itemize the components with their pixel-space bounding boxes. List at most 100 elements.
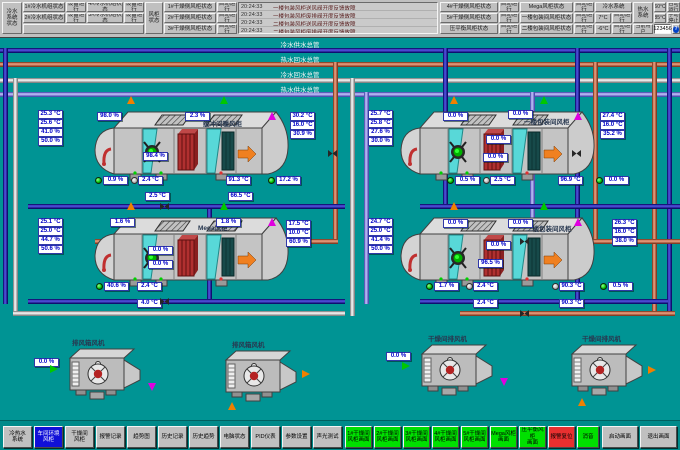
value-box: 30.9 %: [290, 130, 315, 139]
exhaust-fan-unit: [216, 348, 300, 402]
value-box: 96.5 %: [478, 259, 503, 268]
button-parameter-setting[interactable]: 参数设置: [282, 426, 311, 448]
dryer-ahu-2-label: 2#干燥侧风柜状态: [164, 13, 216, 23]
dryer-ahu-4-status: 自动运行: [499, 2, 519, 12]
chiller-2-label: 2#冷水机组状态: [23, 13, 65, 23]
button-cooling-hot-water-system[interactable]: 冷热水 系统: [3, 426, 32, 448]
button-history-record[interactable]: 历史记录: [158, 426, 187, 448]
airflow-arrow: [450, 96, 458, 104]
alarm-row: 20:24:33 一楼包装风柜废排阀开度反馈故障: [239, 11, 437, 19]
bottom-nav-bar: 冷热水 系统 车间环境 风柜 干燥间 风柜 报警记录 趋势图 历史记录 历史趋势…: [0, 420, 680, 450]
button-history-trend[interactable]: 历史趋势: [189, 426, 218, 448]
pipe-riser: [3, 48, 8, 304]
value-box: 2.3 %: [185, 112, 210, 121]
value-box: 60.9 %: [286, 238, 311, 247]
value-box: 17.5 °C: [286, 220, 311, 229]
pipe-branch: [420, 299, 668, 304]
pipe-label-chilled-return: 冷水回水总管: [240, 69, 360, 79]
airflow-arrow: [220, 202, 228, 210]
value-box: 41.4 %: [368, 236, 393, 245]
chilled-water-status-1: 自动运行: [612, 13, 632, 23]
airflow-arrow: [148, 383, 156, 391]
pipe-label-hot-supply: 热水供水总管: [240, 84, 360, 94]
value-box: 38.0 %: [612, 237, 637, 246]
button-mute[interactable]: 消音: [577, 426, 599, 448]
value-box: 0.9 %: [103, 176, 128, 185]
ahu-status-title: 风柜 状态: [145, 2, 163, 34]
packing-2f-ahu-label: 二楼包装间风柜状态: [520, 24, 573, 34]
airflow-arrow: [578, 398, 586, 406]
value-box: 1.8 %: [216, 218, 241, 227]
value-box: 35.2 %: [600, 130, 625, 139]
sensor-indicator: [131, 177, 138, 184]
packing-1f-ahu-label: 一楼包装间风柜状态: [520, 13, 573, 23]
button-sound-light-test[interactable]: 声光测试: [313, 426, 342, 448]
dryer-exhaust-fan-unit: [562, 342, 646, 396]
alarm-time: 20:24:33: [241, 12, 262, 18]
value-box: 0.5 %: [455, 176, 480, 185]
alarm-text: 一楼包装风柜废排阀开度反馈故障: [273, 12, 356, 19]
button-dryer-ahu-screen-1[interactable]: 1#干燥间 风柜画面: [345, 426, 372, 448]
chiller-3-status: 设备运行: [124, 13, 144, 23]
status-indicator: [268, 177, 275, 184]
pipe-branch: [13, 311, 345, 316]
button-dryer-ahu-screen-2[interactable]: 2#干燥间 风柜画面: [374, 426, 401, 448]
pipe-branch: [28, 204, 345, 209]
pipe-riser: [350, 78, 355, 316]
help-icon: ?: [673, 26, 679, 33]
button-mega-ahu-screen[interactable]: Mega风柜 画面: [490, 426, 517, 448]
chiller-4-status: 设备运行: [124, 2, 144, 12]
value-box: 25.0 °C: [368, 227, 393, 236]
button-pid-meter[interactable]: PID仪表: [251, 426, 280, 448]
button-startup-screen[interactable]: 启动画面: [602, 426, 638, 448]
pipe-label-chilled-supply: 冷水供水总管: [240, 39, 360, 49]
button-computer-status[interactable]: 电脑状态: [220, 426, 249, 448]
status-indicator: [95, 177, 102, 184]
pipe-riser: [667, 48, 672, 316]
button-workshop-env-ahu[interactable]: 车间环境 风柜: [34, 426, 63, 448]
button-alarm-reset[interactable]: 报警复位: [548, 426, 575, 448]
alarm-row: 20:24:33二楼包装风柜废排阀开度反馈故障: [239, 27, 437, 34]
airflow-arrow: [402, 362, 410, 370]
value-box: 25.6 °C: [38, 119, 63, 128]
dryer-ahu-1-status: 自动运行: [217, 2, 237, 12]
pipe-branch: [28, 299, 345, 304]
airflow-arrow: [220, 96, 228, 104]
airflow-arrow: [648, 366, 656, 374]
alarm-text: 一楼包装风柜送风阀开度反馈故障: [273, 4, 356, 11]
value-box: 0.0 %: [148, 246, 173, 255]
hot-water-temp-2: 85°C: [654, 13, 666, 23]
airflow-arrow: [450, 202, 458, 210]
button-pressure-balance-ahu-screen[interactable]: 压平衡风柜 画面: [519, 426, 546, 448]
airflow-arrow: [228, 402, 236, 410]
value-box: 2.4 °C: [138, 176, 163, 185]
value-box: 30.0 %: [368, 137, 393, 146]
button-dryer-ahu[interactable]: 干燥间 风柜: [65, 426, 94, 448]
dryer-ahu-2-status: 自动运行: [217, 13, 237, 23]
value-box: 0.0 %: [604, 176, 629, 185]
button-alarm-record[interactable]: 报警记录: [96, 426, 125, 448]
current-user-field[interactable]: 123456: [654, 24, 671, 34]
chilled-water-status-2: 自动运行: [612, 24, 632, 34]
value-box: 0.0 %: [148, 260, 173, 269]
button-exit-screen[interactable]: 退出画面: [640, 426, 677, 448]
value-box: 50.6 %: [38, 245, 63, 254]
mega-ahu-status: 自动运行: [574, 2, 594, 12]
dryer-ahu-3-label: 3#干燥侧风柜状态: [164, 24, 216, 34]
value-box: 25.8 °C: [368, 119, 393, 128]
hot-water-temp-1: 60°C: [654, 2, 666, 12]
button-dryer-ahu-screen-4[interactable]: 4#干燥间 风柜画面: [432, 426, 459, 448]
button-trend-chart[interactable]: 趋势图: [127, 426, 156, 448]
value-box: 27.6 %: [368, 128, 393, 137]
value-box: 0.0 %: [386, 352, 411, 361]
pipe-riser: [652, 62, 657, 316]
button-dryer-ahu-screen-3[interactable]: 3#干燥间 风柜画面: [403, 426, 430, 448]
chiller-4-label: 4#冷水机组状态: [87, 2, 123, 12]
value-box: 40.6 %: [104, 282, 129, 291]
current-user-label: 当前用户: [633, 24, 653, 34]
airflow-arrow: [127, 96, 135, 104]
button-dryer-ahu-screen-5[interactable]: 5#干燥间 风柜画面: [461, 426, 488, 448]
airflow-arrow: [268, 112, 276, 120]
alarm-time: 20:24:33: [241, 20, 262, 26]
help-button[interactable]: ?: [672, 24, 680, 34]
